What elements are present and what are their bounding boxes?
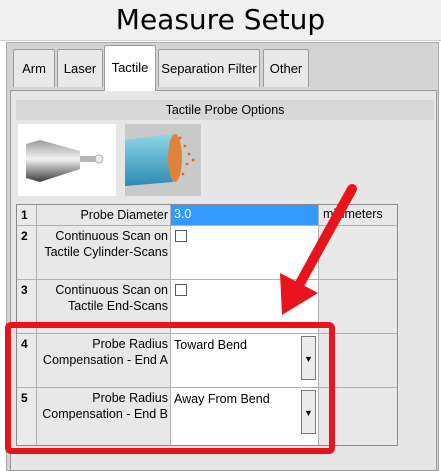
- dropdown-arrow-icon[interactable]: ▼: [301, 336, 316, 380]
- row-number: 5: [17, 388, 37, 445]
- radius-comp-end-b-value: Away From Bend: [174, 392, 270, 406]
- probe-tip-icon: [18, 124, 116, 196]
- probe-diameter-input[interactable]: 3.0: [171, 205, 319, 225]
- row-unit: [319, 280, 397, 333]
- table-row: 1 Probe Diameter 3.0 millimeters: [17, 205, 397, 226]
- window-title: Measure Setup: [0, 0, 441, 41]
- continuous-scan-cylinder-label: Continuous Scan on Tactile Cylinder-Scan…: [37, 226, 171, 279]
- tab-arm[interactable]: Arm: [13, 49, 55, 87]
- radius-comp-end-a-value: Toward Bend: [174, 338, 247, 352]
- probe-diameter-label: Probe Diameter: [37, 205, 171, 225]
- radius-comp-end-b-label: Probe Radius Compensation - End B: [37, 388, 171, 445]
- table-row: 4 Probe Radius Compensation - End A Towa…: [17, 334, 397, 388]
- continuous-scan-end-checkbox[interactable]: [175, 284, 187, 296]
- radius-comp-end-a-dropdown[interactable]: Toward Bend ▼: [171, 334, 319, 387]
- section-header: Tactile Probe Options: [16, 100, 434, 120]
- probe-diameter-unit: millimeters: [319, 205, 397, 225]
- row-number: 2: [17, 226, 37, 279]
- radius-comp-end-a-label: Probe Radius Compensation - End A: [37, 334, 171, 387]
- table-row: 3 Continuous Scan on Tactile End-Scans: [17, 280, 397, 334]
- tab-tactile[interactable]: Tactile: [104, 45, 156, 91]
- row-number: 3: [17, 280, 37, 333]
- cylinder-scan-icon: [125, 124, 201, 196]
- tab-separation-filter[interactable]: Separation Filter: [158, 49, 260, 87]
- continuous-scan-end-label: Continuous Scan on Tactile End-Scans: [37, 280, 171, 333]
- table-row: 5 Probe Radius Compensation - End B Away…: [17, 388, 397, 445]
- continuous-scan-end-cell: [171, 280, 319, 333]
- row-number: 1: [17, 205, 37, 225]
- tab-other[interactable]: Other: [263, 49, 309, 87]
- continuous-scan-cylinder-cell: [171, 226, 319, 279]
- row-unit: [319, 226, 397, 279]
- probe-diameter-value[interactable]: 3.0: [171, 205, 318, 225]
- radius-comp-end-b-dropdown[interactable]: Away From Bend ▼: [171, 388, 319, 445]
- options-grid: 1 Probe Diameter 3.0 millimeters 2 Conti…: [16, 204, 398, 446]
- tab-laser[interactable]: Laser: [57, 49, 103, 87]
- table-row: 2 Continuous Scan on Tactile Cylinder-Sc…: [17, 226, 397, 280]
- row-unit: [319, 388, 397, 445]
- row-unit: [319, 334, 397, 387]
- continuous-scan-cylinder-checkbox[interactable]: [175, 230, 187, 242]
- dropdown-arrow-icon[interactable]: ▼: [301, 390, 316, 434]
- row-number: 4: [17, 334, 37, 387]
